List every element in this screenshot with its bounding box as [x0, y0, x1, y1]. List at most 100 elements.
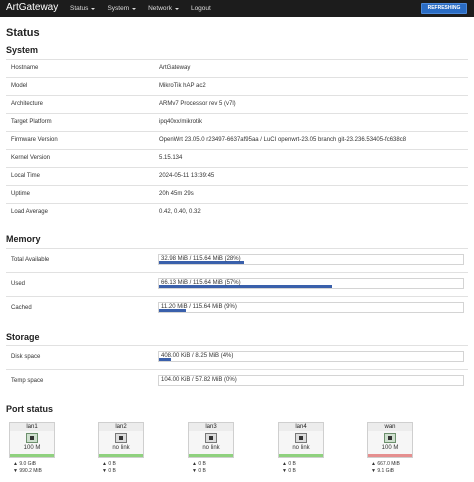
table-row: Load Average 0.42, 0.40, 0.32: [6, 203, 468, 221]
port-rx: ▲ 667.0 MiB: [371, 461, 400, 467]
port-lan1[interactable]: lan1 100 M ▲ 9.0 GiB ▼ 990.2 MiB: [9, 417, 55, 477]
table-row: Model MikroTik hAP ac2: [6, 77, 468, 95]
row-value: ArtGateway: [159, 65, 191, 71]
port-rx: ▲ 0 B: [282, 461, 296, 467]
section-title-memory: Memory: [6, 234, 41, 244]
memory-cached-progress: 11.20 MiB / 115.64 MiB (9%): [158, 302, 464, 313]
system-table: Hostname ArtGateway Model MikroTik hAP ac2…: [6, 59, 468, 221]
section-title-storage: Storage: [6, 332, 40, 342]
row-value: MikroTik hAP ac2: [159, 83, 206, 89]
row-label: Used: [11, 281, 26, 287]
port-rx: ▲ 0 B: [192, 461, 206, 467]
storage-table: Disk space 408.00 KiB / 8.25 MiB (4%) Te…: [6, 345, 468, 393]
memory-used-progress: 66.13 MiB / 115.64 MiB (57%): [158, 278, 464, 289]
progress-text: 66.13 MiB / 115.64 MiB (57%): [161, 280, 241, 286]
port-tx: ▼ 9.1 GiB: [371, 468, 395, 474]
row-value: ARMv7 Processor rev 5 (v7l): [159, 101, 236, 107]
port-name: lan4: [279, 423, 323, 431]
port-speed: 100 M: [23, 445, 41, 451]
port-traffic: ▲ 667.0 MiB ▼ 9.1 GiB: [371, 461, 400, 475]
table-row: Used 66.13 MiB / 115.64 MiB (57%): [6, 272, 468, 296]
port-lan4[interactable]: lan4 no link ▲ 0 B ▼ 0 B: [278, 417, 324, 477]
port-link-bar: [10, 454, 54, 457]
menu-network[interactable]: Network: [142, 0, 185, 17]
port-lan2[interactable]: lan2 no link ▲ 0 B ▼ 0 B: [98, 417, 144, 477]
row-label: Total Available: [11, 257, 50, 263]
progress-text: 104.00 KiB / 57.82 MiB (0%): [161, 377, 237, 383]
port-traffic: ▲ 0 B ▼ 0 B: [102, 461, 116, 475]
row-label: Disk space: [11, 354, 41, 360]
port-lan3[interactable]: lan3 no link ▲ 0 B ▼ 0 B: [188, 417, 234, 477]
menu-status-label: Status: [70, 5, 89, 12]
port-traffic: ▲ 9.0 GiB ▼ 990.2 MiB: [13, 461, 42, 475]
row-label: Load Average: [11, 209, 48, 215]
port-link-bar: [99, 454, 143, 457]
progress-text: 11.20 MiB / 115.64 MiB (9%): [161, 304, 237, 310]
progress-text: 32.98 MiB / 115.64 MiB (28%): [161, 256, 241, 262]
menu-logout[interactable]: Logout: [185, 0, 217, 17]
table-row: Target Platform ipq40xx/mikrotik: [6, 113, 468, 131]
row-value: ipq40xx/mikrotik: [159, 119, 203, 125]
port-wan[interactable]: wan 100 M ▲ 667.0 MiB ▼ 9.1 GiB: [367, 417, 413, 477]
table-row: Hostname ArtGateway: [6, 59, 468, 77]
temp-space-progress: 104.00 KiB / 57.82 MiB (0%): [158, 375, 464, 386]
disk-space-progress: 408.00 KiB / 8.25 MiB (4%): [158, 351, 464, 362]
port-speed: no link: [112, 445, 130, 451]
brand-logo[interactable]: ArtGateway: [6, 2, 58, 14]
port-link-bar: [189, 454, 233, 457]
navbar: ArtGateway Status System Network Logout …: [0, 0, 474, 17]
row-label: Hostname: [11, 65, 39, 71]
memory-total-progress: 32.98 MiB / 115.64 MiB (28%): [158, 254, 464, 265]
row-label: Firmware Version: [11, 137, 58, 143]
port-box: wan 100 M: [367, 422, 413, 458]
main-menu: Status System Network Logout: [64, 0, 217, 17]
port-tx: ▼ 0 B: [192, 468, 206, 474]
table-row: Architecture ARMv7 Processor rev 5 (v7l): [6, 95, 468, 113]
row-label: Model: [11, 83, 28, 89]
row-label: Kernel Version: [11, 155, 51, 161]
menu-logout-label: Logout: [190, 5, 211, 12]
port-box: lan3 no link: [188, 422, 234, 458]
row-value: 0.42, 0.40, 0.32: [159, 209, 201, 215]
refresh-button[interactable]: REFRESHING: [421, 3, 467, 14]
page-title: Status: [6, 27, 40, 39]
table-row: Total Available 32.98 MiB / 115.64 MiB (…: [6, 248, 468, 272]
row-label: Local Time: [11, 173, 41, 179]
table-row: Kernel Version 5.15.134: [6, 149, 468, 167]
menu-system-label: System: [107, 5, 130, 12]
row-value: 20h 45m 29s: [159, 191, 194, 197]
port-tx: ▼ 990.2 MiB: [13, 468, 42, 474]
port-box: lan2 no link: [98, 422, 144, 458]
menu-status[interactable]: Status: [64, 0, 101, 17]
row-label: Target Platform: [11, 119, 52, 125]
ethernet-port-icon: [26, 433, 38, 443]
port-link-bar: [368, 454, 412, 457]
row-label: Temp space: [11, 378, 44, 384]
port-traffic: ▲ 0 B ▼ 0 B: [282, 461, 296, 475]
table-row: Temp space 104.00 KiB / 57.82 MiB (0%): [6, 369, 468, 393]
port-traffic: ▲ 0 B ▼ 0 B: [192, 461, 206, 475]
row-label: Uptime: [11, 191, 31, 197]
chevron-down-icon: [174, 7, 179, 10]
ethernet-port-icon: [115, 433, 127, 443]
port-rx: ▲ 9.0 GiB: [13, 461, 37, 467]
port-name: lan1: [10, 423, 54, 431]
table-row: Local Time 2024-05-11 13:39:45: [6, 167, 468, 185]
row-label: Architecture: [11, 101, 44, 107]
memory-table: Total Available 32.98 MiB / 115.64 MiB (…: [6, 248, 468, 320]
table-row: Disk space 408.00 KiB / 8.25 MiB (4%): [6, 345, 468, 369]
port-tx: ▼ 0 B: [102, 468, 116, 474]
row-value: 5.15.134: [159, 155, 183, 161]
port-link-bar: [279, 454, 323, 457]
table-row: Uptime 20h 45m 29s: [6, 185, 468, 203]
table-row: Cached 11.20 MiB / 115.64 MiB (9%): [6, 296, 468, 320]
section-title-port-status: Port status: [6, 404, 54, 414]
ethernet-port-icon: [205, 433, 217, 443]
port-box: lan1 100 M: [9, 422, 55, 458]
menu-system[interactable]: System: [101, 0, 142, 17]
port-speed: no link: [292, 445, 310, 451]
table-row: Firmware Version OpenWrt 23.05.0 r23497-6…: [6, 131, 468, 149]
row-value: OpenWrt 23.05.0 r23497-6637af95aa / LuCI…: [159, 137, 407, 143]
progress-text: 408.00 KiB / 8.25 MiB (4%): [161, 353, 234, 359]
port-status-panel: lan1 100 M ▲ 9.0 GiB ▼ 990.2 MiB lan2 no …: [6, 417, 468, 477]
